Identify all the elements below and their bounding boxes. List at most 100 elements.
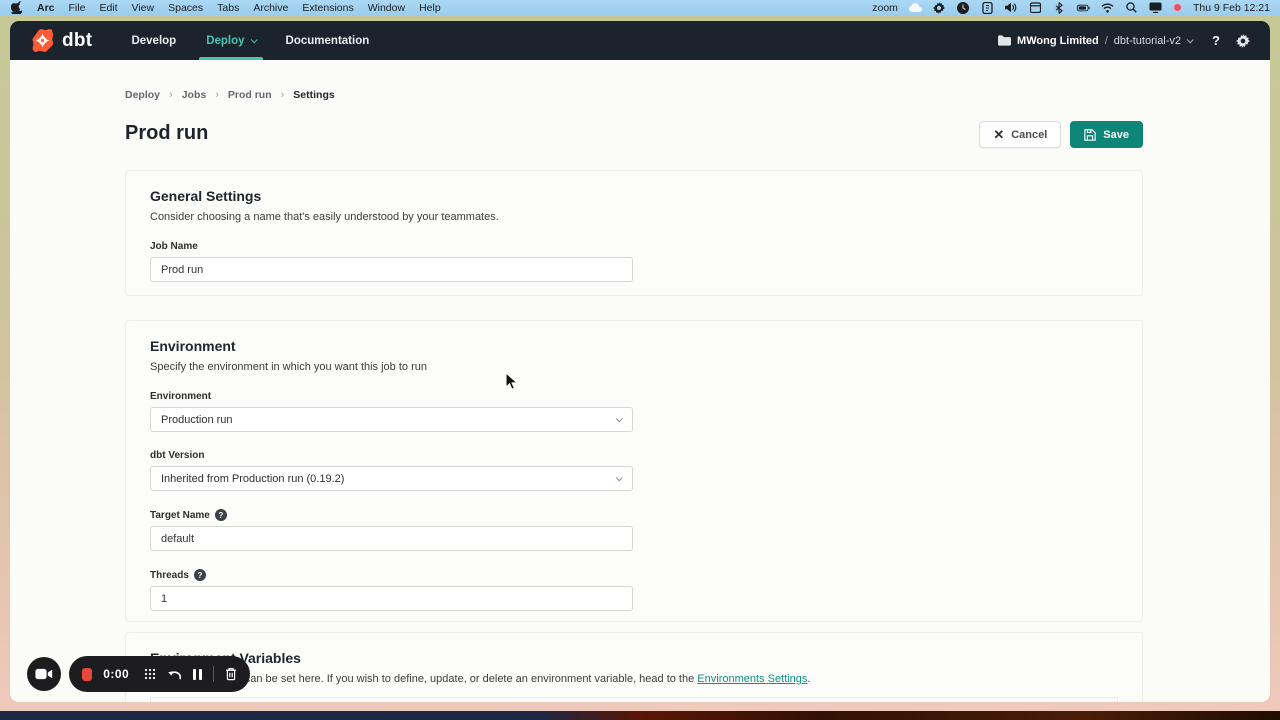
gear-icon[interactable] bbox=[933, 1, 946, 14]
spotlight-search-icon[interactable] bbox=[1125, 1, 1138, 14]
job-name-label: Job Name bbox=[150, 241, 1118, 252]
recorder-toolbar: 0:00 bbox=[69, 656, 250, 692]
breadcrumb-deploy[interactable]: Deploy bbox=[125, 89, 160, 101]
stop-recording-button[interactable] bbox=[82, 668, 92, 681]
target-name-input[interactable] bbox=[150, 526, 633, 551]
desktop-wallpaper-strip bbox=[0, 711, 1280, 720]
environment-variables-heading: Environment Variables bbox=[150, 650, 1118, 666]
environment-select[interactable]: Production run bbox=[150, 407, 633, 432]
save-button-label: Save bbox=[1103, 129, 1129, 141]
cancel-button[interactable]: ✕ Cancel bbox=[979, 121, 1061, 148]
close-x-icon: ✕ bbox=[993, 128, 1004, 141]
mouse-cursor bbox=[505, 372, 519, 396]
help-icon[interactable]: ? bbox=[194, 569, 206, 581]
dbt-version-field-group: dbt Version Inherited from Production ru… bbox=[150, 450, 1118, 491]
menu-item-archive[interactable]: Archive bbox=[253, 2, 288, 14]
env-vars-text-after: . bbox=[807, 673, 810, 685]
general-settings-description: Consider choosing a name that's easily u… bbox=[150, 211, 1118, 223]
menu-item-arc[interactable]: Arc bbox=[37, 2, 55, 14]
environment-label: Environment bbox=[150, 391, 1118, 402]
chevron-down-icon bbox=[616, 415, 623, 422]
wifi-icon[interactable] bbox=[1101, 1, 1114, 14]
threads-input[interactable] bbox=[150, 586, 633, 611]
target-name-label: Target Name ? bbox=[150, 509, 1118, 521]
help-icon[interactable]: ? bbox=[215, 509, 227, 521]
settings-gear-icon[interactable] bbox=[1236, 34, 1250, 48]
environments-settings-link[interactable]: Environments Settings bbox=[697, 673, 807, 685]
app-window-icon[interactable] bbox=[981, 1, 994, 14]
dbt-version-select[interactable]: Inherited from Production run (0.19.2) bbox=[150, 466, 633, 491]
menu-item-spaces[interactable]: Spaces bbox=[168, 2, 203, 14]
account-switcher[interactable]: MWong Limited bbox=[1017, 35, 1099, 47]
save-button[interactable]: Save bbox=[1070, 121, 1143, 148]
video-camera-icon bbox=[35, 668, 53, 680]
battery-icon[interactable] bbox=[1077, 1, 1090, 14]
environment-variables-table: Inherited Value Job Override bbox=[150, 697, 1118, 702]
toolbar-divider bbox=[213, 666, 214, 682]
bluetooth-icon[interactable] bbox=[1053, 1, 1066, 14]
general-settings-heading: General Settings bbox=[150, 188, 1118, 204]
page-actions: ✕ Cancel Save bbox=[979, 121, 1143, 148]
breadcrumb-separator-icon: › bbox=[169, 89, 173, 101]
folder-icon bbox=[998, 34, 1011, 47]
nav-documentation[interactable]: Documentation bbox=[271, 21, 385, 60]
environment-description: Specify the environment in which you wan… bbox=[150, 361, 1118, 373]
cloud-icon[interactable] bbox=[909, 1, 922, 14]
chevron-down-icon bbox=[250, 36, 257, 43]
volume-icon[interactable] bbox=[1005, 1, 1018, 14]
breadcrumb-jobs[interactable]: Jobs bbox=[182, 89, 207, 101]
menu-item-tabs[interactable]: Tabs bbox=[217, 2, 239, 14]
cancel-button-label: Cancel bbox=[1011, 129, 1047, 141]
pause-icon[interactable] bbox=[193, 669, 202, 680]
zoom-app-indicator[interactable]: zoom bbox=[872, 2, 898, 14]
dbt-app-header: dbt Develop Deploy Documentation MWong L… bbox=[10, 21, 1270, 60]
dbt-version-select-value: Inherited from Production run (0.19.2) bbox=[161, 473, 344, 485]
menu-item-file[interactable]: File bbox=[69, 2, 86, 14]
clock-icon[interactable] bbox=[957, 1, 970, 14]
menu-item-window[interactable]: Window bbox=[368, 2, 405, 14]
breadcrumb: Deploy › Jobs › Prod run › Settings bbox=[125, 89, 335, 101]
account-project-separator: / bbox=[1105, 35, 1108, 47]
environment-card: Environment Specify the environment in w… bbox=[125, 320, 1143, 622]
dbt-version-label: dbt Version bbox=[150, 450, 1118, 461]
page-content: Deploy › Jobs › Prod run › Settings Prod… bbox=[10, 60, 1270, 702]
environment-variables-card: Environment Variables Job level override… bbox=[125, 632, 1143, 702]
browser-window: dbt Develop Deploy Documentation MWong L… bbox=[10, 21, 1270, 702]
apple-logo-icon[interactable] bbox=[10, 1, 23, 14]
env-vars-table-header-row: Inherited Value Job Override bbox=[151, 698, 1117, 702]
environment-field-group: Environment Production run bbox=[150, 391, 1118, 432]
dbt-logo[interactable]: dbt bbox=[30, 28, 92, 53]
breadcrumb-separator-icon: › bbox=[281, 89, 285, 101]
general-settings-card: General Settings Consider choosing a nam… bbox=[125, 170, 1143, 296]
nav-develop-label: Develop bbox=[131, 35, 176, 47]
chevron-down-icon[interactable] bbox=[1187, 36, 1194, 43]
drag-handle-dots-icon[interactable] bbox=[144, 668, 156, 680]
display-icon[interactable] bbox=[1149, 1, 1162, 14]
menu-item-edit[interactable]: Edit bbox=[99, 2, 117, 14]
nav-develop[interactable]: Develop bbox=[116, 21, 191, 60]
project-switcher[interactable]: dbt-tutorial-v2 bbox=[1114, 35, 1181, 47]
job-name-input[interactable] bbox=[150, 257, 633, 282]
nav-documentation-label: Documentation bbox=[286, 35, 370, 47]
threads-label-text: Threads bbox=[150, 570, 189, 581]
recorder-camera-button[interactable] bbox=[27, 657, 61, 691]
undo-icon[interactable] bbox=[167, 668, 182, 681]
breadcrumb-separator-icon: › bbox=[215, 89, 219, 101]
recording-dot-icon[interactable] bbox=[1173, 3, 1182, 12]
environment-heading: Environment bbox=[150, 338, 1118, 354]
main-nav: Develop Deploy Documentation bbox=[116, 21, 384, 60]
menu-item-view[interactable]: View bbox=[132, 2, 155, 14]
dbt-logo-icon bbox=[30, 28, 55, 53]
nav-deploy-label: Deploy bbox=[206, 35, 244, 47]
menu-bar-clock[interactable]: Thu 9 Feb 12:21 bbox=[1193, 2, 1270, 14]
help-button[interactable]: ? bbox=[1212, 33, 1220, 48]
threads-label: Threads ? bbox=[150, 569, 1118, 581]
recording-timer: 0:00 bbox=[103, 667, 129, 681]
trash-icon[interactable] bbox=[225, 667, 237, 681]
menu-item-extensions[interactable]: Extensions bbox=[302, 2, 353, 14]
nav-deploy[interactable]: Deploy bbox=[191, 21, 270, 60]
menu-item-help[interactable]: Help bbox=[419, 2, 441, 14]
breadcrumb-prod-run[interactable]: Prod run bbox=[228, 89, 272, 101]
save-floppy-icon bbox=[1084, 129, 1096, 141]
calendar-icon[interactable] bbox=[1029, 1, 1042, 14]
